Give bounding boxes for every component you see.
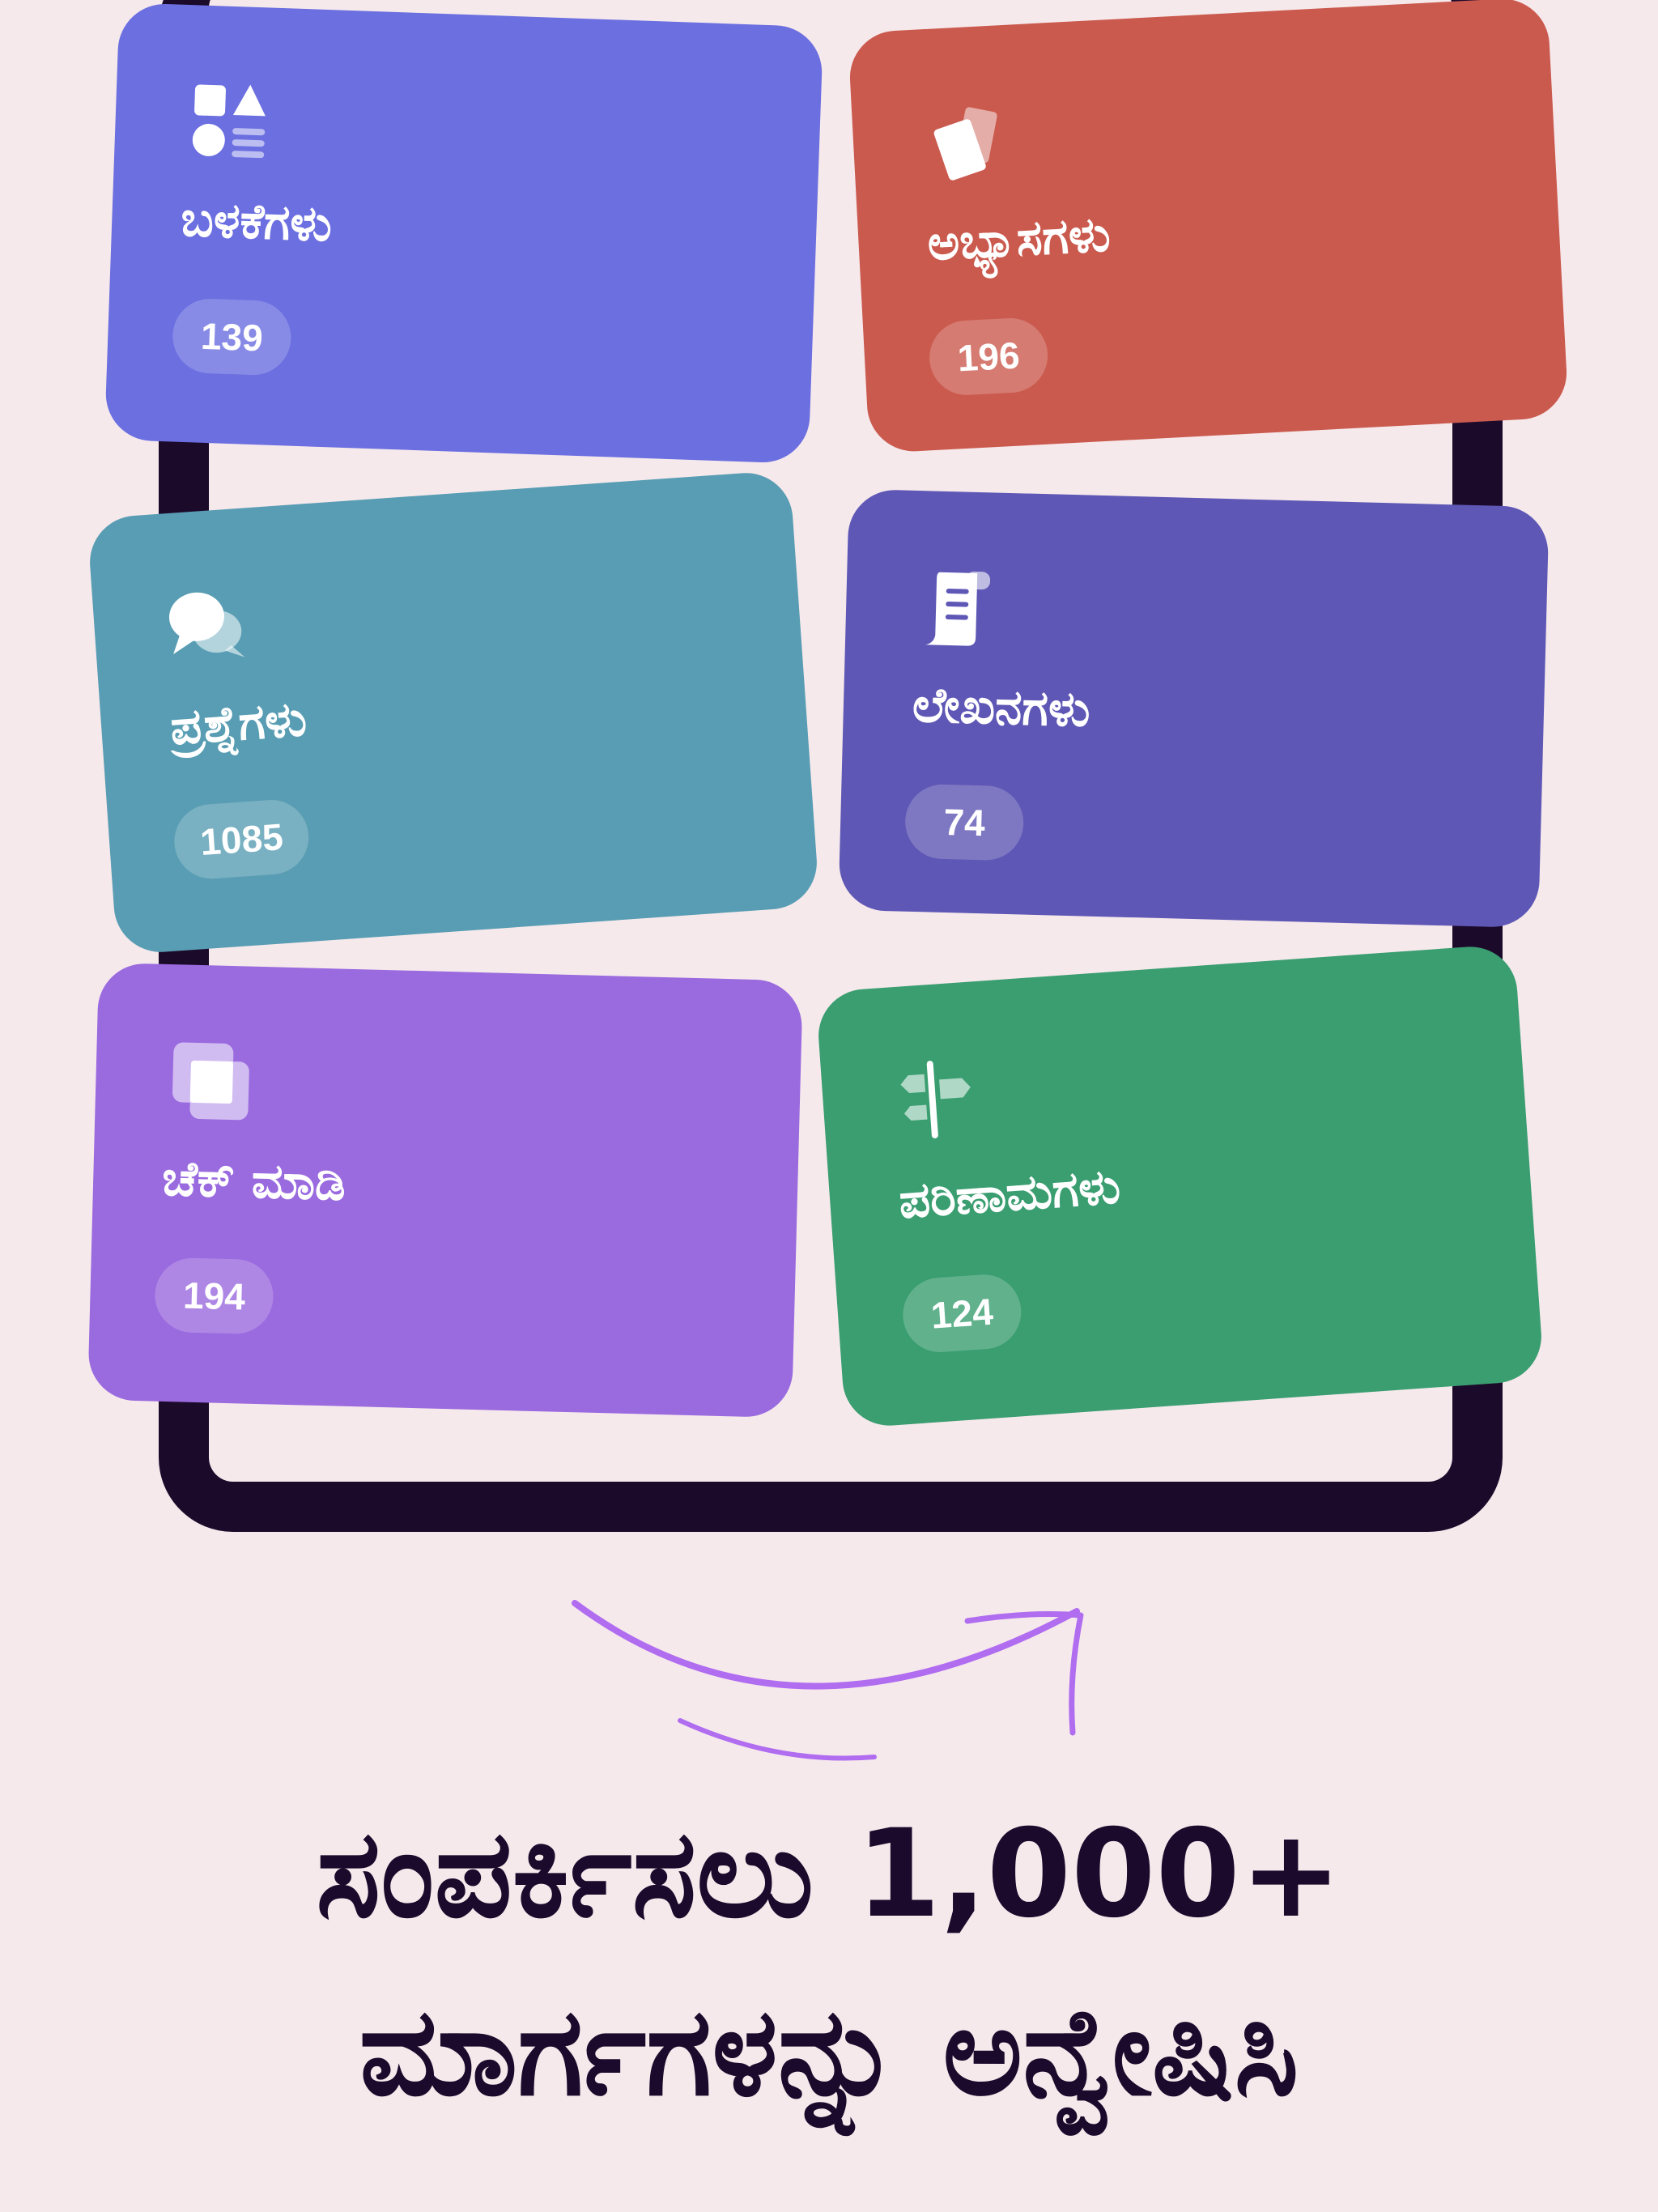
check-squares-icon [164, 1036, 255, 1127]
curved-arrow-icon [551, 1579, 1101, 1789]
card-usages[interactable]: ಬಳಕೆಗಳು 139 [104, 2, 824, 465]
signpost-icon [889, 1053, 984, 1147]
cards-icon [920, 96, 1014, 190]
card-label: ಪರಿಣಾಮಗಳು [897, 1158, 1123, 1231]
scroll-icon [914, 562, 1005, 653]
card-label: ಚೆಕ್ ಮಾಡಿ [161, 1150, 346, 1212]
card-label: ಅಭ್ಯಾಸಗಳು [925, 206, 1112, 273]
chat-bubbles-icon [160, 579, 255, 674]
card-count-badge: 139 [171, 297, 292, 376]
card-count-badge: 124 [900, 1272, 1024, 1355]
card-articles[interactable]: ಲೇಖನಗಳು 74 [838, 488, 1550, 929]
card-questions[interactable]: ಪ್ರಶ್ನೆಗಳು 1085 [87, 470, 820, 955]
card-check[interactable]: ಚೆಕ್ ಮಾಡಿ 194 [87, 962, 803, 1419]
shapes-icon [183, 76, 275, 168]
card-label: ಬಳಕೆಗಳು [180, 190, 334, 253]
headline-line-2: ಮಾರ್ಗಗಳನ್ನು ಅನ್ವೇಷಿಸಿ [359, 1982, 1299, 2123]
card-count-badge: 196 [927, 316, 1050, 398]
card-count-badge: 194 [154, 1257, 274, 1335]
card-label: ಪ್ರಶ್ನೆಗಳು [168, 690, 309, 757]
card-practices[interactable]: ಅಭ್ಯಾಸಗಳು 196 [847, 0, 1570, 454]
headline-line-1: ಸಂಪರ್ಕಿಸಲು 1,000+ [316, 1804, 1342, 1945]
card-count-badge: 74 [904, 783, 1025, 861]
card-count-badge: 1085 [172, 797, 312, 882]
card-results[interactable]: ಪರಿಣಾಮಗಳು 124 [815, 943, 1545, 1429]
headline: ಸಂಪರ್ಕಿಸಲು 1,000+ ಮಾರ್ಗಗಳನ್ನು ಅನ್ವೇಷಿಸಿ [0, 1785, 1658, 2142]
card-label: ಲೇಖನಗಳು [912, 676, 1091, 738]
